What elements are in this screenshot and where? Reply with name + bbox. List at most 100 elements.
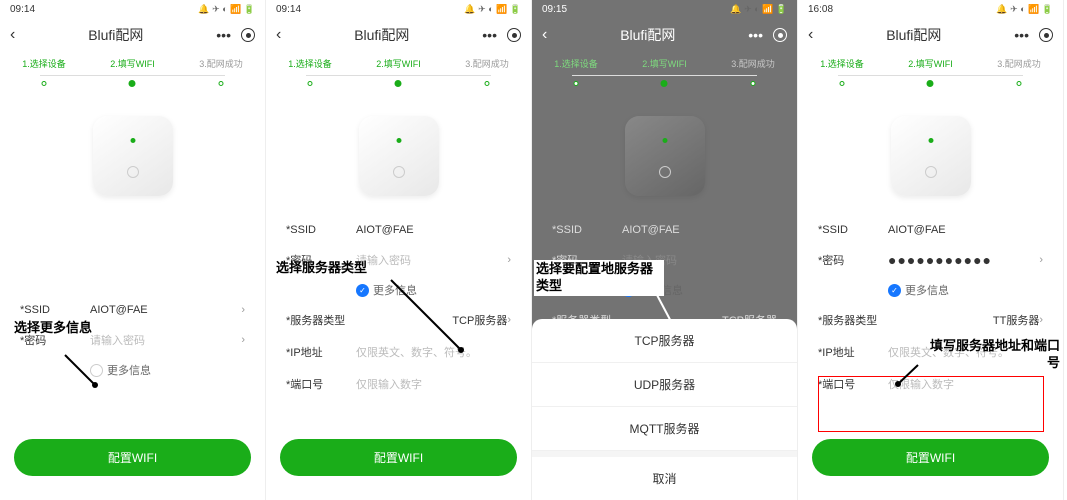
target-icon[interactable] bbox=[773, 28, 787, 42]
back-icon[interactable]: ‹ bbox=[808, 26, 813, 44]
page-title: Blufi配网 bbox=[620, 25, 675, 45]
back-icon[interactable]: ‹ bbox=[542, 26, 547, 44]
time: 09:14 bbox=[276, 4, 301, 15]
header: ‹ Blufi配网 ••• bbox=[266, 19, 531, 51]
ssid-label: *SSID bbox=[20, 304, 90, 316]
status-bar: 16:08 🔔 ✈ ◐ 📶 🔋 bbox=[798, 0, 1063, 19]
step-2: 2.填写WIFI bbox=[908, 57, 953, 70]
status-bar: 09:15 🔔 ✈ ◐ 📶 🔋 bbox=[532, 0, 797, 19]
ssid-label: *SSID bbox=[286, 224, 356, 236]
configure-wifi-button[interactable]: 配置WIFI bbox=[14, 439, 251, 476]
sheet-cancel-button[interactable]: 取消 bbox=[532, 451, 797, 500]
menu-dots-icon[interactable]: ••• bbox=[1014, 27, 1029, 43]
step-3: 3.配网成功 bbox=[731, 57, 775, 70]
annotation-text: 选择服务器类型 bbox=[276, 260, 367, 277]
ssid-value: AIOT@FAE bbox=[90, 304, 241, 316]
status-icons: 🔔 ✈ ◐ 📶 🔋 bbox=[198, 4, 255, 15]
stepper: 1.选择设备 2.填写WIFI 3.配网成功 bbox=[0, 51, 265, 76]
server-type-row[interactable]: *服务器类型 TT服务器 › bbox=[818, 304, 1043, 336]
header: ‹ Blufi配网 ••• bbox=[532, 19, 797, 51]
time: 16:08 bbox=[808, 4, 833, 15]
screen-3: 09:15 🔔 ✈ ◐ 📶 🔋 ‹ Blufi配网 ••• 1.选择设备 2.填… bbox=[532, 0, 798, 500]
annotation-text: 选择更多信息 bbox=[14, 320, 92, 337]
checkbox-checked-icon[interactable]: ✓ bbox=[888, 284, 901, 297]
chevron-icon: › bbox=[241, 334, 245, 346]
annotation-text: 填写服务器地址和端口号 bbox=[920, 338, 1060, 372]
chevron-icon: › bbox=[507, 314, 511, 326]
ssid-label: *SSID bbox=[552, 224, 622, 236]
form: *SSID AIOT@FAE › *密码 请输入密码 › 更多信息 bbox=[0, 296, 265, 384]
annotation-arrow-icon bbox=[386, 275, 466, 355]
configure-wifi-button[interactable]: 配置WIFI bbox=[280, 439, 517, 476]
ssid-row[interactable]: *SSID AIOT@FAE bbox=[818, 216, 1043, 244]
ssid-row[interactable]: *SSID AIOT@FAE bbox=[286, 216, 511, 244]
step-3: 3.配网成功 bbox=[465, 57, 509, 70]
device-image bbox=[93, 116, 173, 196]
step-3: 3.配网成功 bbox=[199, 57, 243, 70]
status-bar: 09:14 🔔 ✈ ◐ 📶 🔋 bbox=[266, 0, 531, 19]
step-1: 1.选择设备 bbox=[820, 57, 864, 70]
form: *SSID AIOT@FAE *密码 ●●●●●●●●●●● › ✓ 更多信息 … bbox=[798, 216, 1063, 400]
password-row[interactable]: *密码 ●●●●●●●●●●● › bbox=[818, 244, 1043, 276]
chevron-icon: › bbox=[241, 304, 245, 316]
menu-dots-icon[interactable]: ••• bbox=[216, 27, 231, 43]
annotation-arrow-icon bbox=[60, 350, 100, 390]
menu-dots-icon[interactable]: ••• bbox=[748, 27, 763, 43]
target-icon[interactable] bbox=[241, 28, 255, 42]
configure-wifi-button[interactable]: 配置WIFI bbox=[812, 439, 1049, 476]
server-type-value: TT服务器 bbox=[888, 312, 1039, 328]
screen-1: 09:14 🔔 ✈ ◐ 📶 🔋 ‹ Blufi配网 ••• 1.选择设备 2.填… bbox=[0, 0, 266, 500]
ssid-value: AIOT@FAE bbox=[622, 224, 777, 236]
more-info-toggle[interactable]: ✓ 更多信息 bbox=[818, 276, 1043, 304]
ssid-value: AIOT@FAE bbox=[356, 224, 511, 236]
password-placeholder: 请输入密码 bbox=[90, 332, 241, 348]
back-icon[interactable]: ‹ bbox=[276, 26, 281, 44]
step-2: 2.填写WIFI bbox=[110, 57, 155, 70]
back-icon[interactable]: ‹ bbox=[10, 26, 15, 44]
port-placeholder: 仅限输入数字 bbox=[356, 376, 511, 392]
ssid-label: *SSID bbox=[818, 224, 888, 236]
sheet-option-mqtt[interactable]: MQTT服务器 bbox=[532, 407, 797, 451]
chevron-icon: › bbox=[1039, 314, 1043, 326]
chevron-icon: › bbox=[1039, 254, 1043, 266]
step-1: 1.选择设备 bbox=[22, 57, 66, 70]
status-bar: 09:14 🔔 ✈ ◐ 📶 🔋 bbox=[0, 0, 265, 19]
action-sheet: TCP服务器 UDP服务器 MQTT服务器 取消 bbox=[532, 319, 797, 500]
port-row[interactable]: *端口号 仅限输入数字 bbox=[286, 368, 511, 400]
checkbox-checked-icon[interactable]: ✓ bbox=[356, 284, 369, 297]
status-icons: 🔔 ✈ ◐ 📶 🔋 bbox=[996, 4, 1053, 15]
annotation-arrow-icon bbox=[893, 362, 923, 387]
chevron-icon: › bbox=[507, 254, 511, 266]
step-1: 1.选择设备 bbox=[554, 57, 598, 70]
sheet-option-tcp[interactable]: TCP服务器 bbox=[532, 319, 797, 363]
stepper: 1.选择设备 2.填写WIFI 3.配网成功 bbox=[798, 51, 1063, 76]
target-icon[interactable] bbox=[507, 28, 521, 42]
target-icon[interactable] bbox=[1039, 28, 1053, 42]
time: 09:14 bbox=[10, 4, 35, 15]
header: ‹ Blufi配网 ••• bbox=[0, 19, 265, 51]
device-image bbox=[625, 116, 705, 196]
step-3: 3.配网成功 bbox=[997, 57, 1041, 70]
password-placeholder: 请输入密码 bbox=[356, 252, 507, 268]
ip-label: *IP地址 bbox=[286, 344, 356, 360]
status-icons: 🔔 ✈ ◐ 📶 🔋 bbox=[464, 4, 521, 15]
time: 09:15 bbox=[542, 4, 567, 15]
status-icons: 🔔 ✈ ◐ 📶 🔋 bbox=[730, 4, 787, 15]
port-label: *端口号 bbox=[286, 376, 356, 392]
step-2: 2.填写WIFI bbox=[376, 57, 421, 70]
menu-dots-icon[interactable]: ••• bbox=[482, 27, 497, 43]
stepper: 1.选择设备 2.填写WIFI 3.配网成功 bbox=[532, 51, 797, 76]
ip-label: *IP地址 bbox=[818, 344, 888, 360]
annotation-text: 选择要配置地服务器类型 bbox=[534, 260, 664, 296]
password-label: *密码 bbox=[818, 252, 888, 268]
screen-4: 16:08 🔔 ✈ ◐ 📶 🔋 ‹ Blufi配网 ••• 1.选择设备 2.填… bbox=[798, 0, 1064, 500]
header: ‹ Blufi配网 ••• bbox=[798, 19, 1063, 51]
stepper: 1.选择设备 2.填写WIFI 3.配网成功 bbox=[266, 51, 531, 76]
sheet-option-udp[interactable]: UDP服务器 bbox=[532, 363, 797, 407]
device-image bbox=[891, 116, 971, 196]
server-type-label: *服务器类型 bbox=[818, 312, 888, 328]
more-info-toggle[interactable]: 更多信息 bbox=[20, 356, 245, 384]
server-type-label: *服务器类型 bbox=[286, 312, 356, 328]
highlight-box bbox=[818, 376, 1044, 432]
password-value: ●●●●●●●●●●● bbox=[888, 252, 1039, 268]
